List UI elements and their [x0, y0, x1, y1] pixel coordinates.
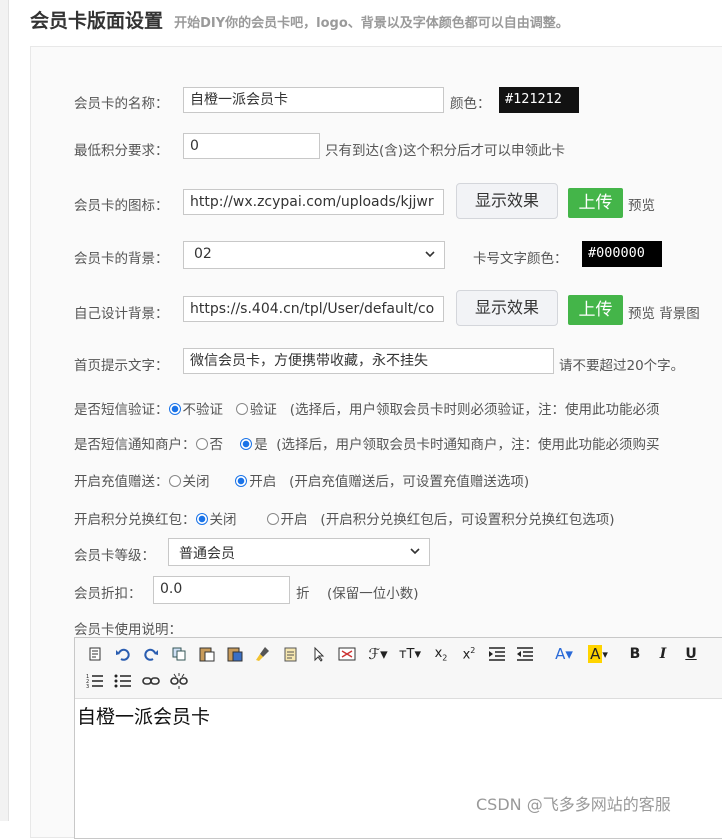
sms-notify-hint: (选择后，用户领取会员卡时通知商户，注：使用此功能必须购买	[276, 437, 660, 453]
icon-show-effect-button[interactable]: 显示效果	[456, 183, 558, 219]
outdent-icon[interactable]	[515, 644, 535, 664]
sms-verify-yes-radio[interactable]	[235, 403, 248, 415]
brush-icon[interactable]	[253, 644, 273, 664]
preview-icon[interactable]	[337, 644, 357, 664]
redpack-off-radio[interactable]	[195, 513, 208, 525]
card-name-input[interactable]: 自橙一派会员卡	[183, 87, 444, 113]
discount-unit: 折	[296, 586, 310, 602]
homepage-tip-hint: 请不要超过20个字。	[559, 358, 685, 374]
page-subtitle: 开始DIY你的会员卡吧，logo、背景以及字体颜色都可以自由调整。	[174, 16, 569, 31]
homepage-tip-label: 首页提示文字：	[74, 358, 169, 374]
card-color-label: 颜色：	[450, 96, 491, 112]
select-icon[interactable]	[309, 644, 329, 664]
card-icon-label: 会员卡的图标：	[74, 198, 169, 214]
redpack-on-radio[interactable]	[266, 513, 279, 525]
redpack-hint: (开启积分兑换红包后，可设置积分兑换红包选项)	[320, 512, 615, 528]
redpack-row: 开启积分兑换红包： 关闭 开启 (开启积分兑换红包后，可设置积分兑换红包选项)	[74, 508, 614, 528]
min-points-hint: 只有到达(含)这个积分后才可以申领此卡	[325, 143, 566, 159]
discount-hint: (保留一位小数)	[327, 586, 419, 602]
discount-label: 会员折扣：	[74, 586, 142, 602]
custom-bg-label: 自己设计背景：	[74, 306, 169, 322]
card-bg-select-value: 02	[194, 246, 212, 262]
paste-word-icon[interactable]	[225, 644, 245, 664]
sms-verify-no-label: 不验证	[182, 402, 224, 418]
svg-text:3: 3	[86, 684, 89, 689]
recharge-hint: (开启充值赠送后，可设置充值赠送选项)	[289, 474, 530, 490]
sms-verify-label: 是否短信验证：	[74, 402, 169, 418]
underline-icon[interactable]: U	[681, 644, 701, 664]
link-icon[interactable]	[141, 671, 161, 691]
italic-icon[interactable]: I	[653, 644, 673, 664]
font-size-icon[interactable]: тT▾	[397, 644, 423, 664]
copy-icon[interactable]	[169, 644, 189, 664]
card-level-select-value: 普通会员	[179, 546, 235, 562]
bg-upload-button[interactable]: 上传	[568, 295, 623, 325]
sms-notify-no-radio[interactable]	[195, 438, 208, 450]
card-name-label: 会员卡的名称：	[74, 96, 169, 112]
card-level-select[interactable]: 普通会员	[168, 538, 430, 566]
sms-verify-row: 是否短信验证： 不验证 验证 (选择后，用户领取会员卡时则必须验证，注：使用此功能…	[74, 398, 660, 418]
recharge-off-radio[interactable]	[168, 475, 181, 487]
sms-verify-hint: (选择后，用户领取会员卡时则必须验证，注：使用此功能必须	[289, 402, 660, 418]
discount-input[interactable]: 0.0	[153, 576, 290, 604]
page-header: 会员卡版面设置 开始DIY你的会员卡吧，logo、背景以及字体颜色都可以自由调整…	[30, 6, 569, 32]
watermark: CSDN @飞多多网站的客服	[476, 795, 671, 814]
card-color-picker[interactable]: #121212	[499, 87, 579, 113]
redpack-off-label: 关闭	[209, 512, 237, 528]
recharge-off-label: 关闭	[182, 474, 210, 490]
sms-verify-no-radio[interactable]	[168, 403, 181, 415]
editor-toolbar: ℱ▾ тT▾ x2 x2 A▾ A ▾ B I U 123	[75, 638, 722, 699]
source-icon[interactable]	[85, 644, 105, 664]
bg-color-icon[interactable]: A ▾	[583, 644, 613, 664]
sms-notify-yes-radio[interactable]	[240, 438, 253, 450]
recharge-label: 开启充值赠送：	[74, 474, 169, 490]
custom-bg-url-input[interactable]: https://s.404.cn/tpl/User/default/co	[183, 296, 444, 322]
paste-text-icon[interactable]	[281, 644, 301, 664]
unordered-list-icon[interactable]	[113, 671, 133, 691]
font-color-icon[interactable]: A▾	[551, 644, 577, 664]
page-title: 会员卡版面设置	[30, 10, 164, 32]
paste-icon[interactable]	[197, 644, 217, 664]
card-number-color-picker[interactable]: #000000	[582, 241, 662, 267]
chevron-down-icon	[410, 548, 420, 555]
redpack-label: 开启积分兑换红包：	[74, 512, 196, 528]
ordered-list-icon[interactable]: 123	[85, 671, 105, 691]
sms-notify-row: 是否短信通知商户： 否 是 (选择后，用户领取会员卡时通知商户，注：使用此功能必须…	[74, 433, 660, 453]
left-sidebar-edge	[0, 0, 9, 821]
card-bg-label: 会员卡的背景：	[74, 251, 169, 267]
superscript-icon[interactable]: x2	[459, 644, 479, 664]
chevron-down-icon	[425, 251, 435, 258]
recharge-on-radio[interactable]	[235, 475, 248, 487]
icon-preview-link[interactable]: 预览	[628, 194, 655, 214]
card-level-label: 会员卡等级：	[74, 548, 155, 564]
min-points-input[interactable]: 0	[183, 133, 320, 159]
icon-upload-button[interactable]: 上传	[568, 188, 623, 218]
recharge-row: 开启充值赠送： 关闭 开启 (开启充值赠送后，可设置充值赠送选项)	[74, 470, 529, 490]
unlink-icon[interactable]	[169, 671, 189, 691]
min-points-label: 最低积分要求：	[74, 143, 169, 159]
bg-preview-link[interactable]: 预览 背景图	[628, 302, 700, 322]
card-bg-select[interactable]: 02	[183, 241, 445, 269]
font-family-icon[interactable]: ℱ▾	[365, 644, 391, 664]
indent-icon[interactable]	[487, 644, 507, 664]
bg-show-effect-button[interactable]: 显示效果	[456, 290, 558, 326]
homepage-tip-input[interactable]: 微信会员卡，方便携带收藏，永不挂失	[183, 348, 554, 374]
bold-icon[interactable]: B	[625, 644, 645, 664]
undo-icon[interactable]	[113, 644, 133, 664]
sms-notify-no-label: 否	[209, 437, 224, 453]
redpack-on-label: 开启	[280, 512, 308, 528]
editor-content[interactable]: 自橙一派会员卡	[77, 702, 210, 729]
sms-verify-yes-label: 验证	[249, 402, 277, 418]
sms-notify-yes-label: 是	[254, 437, 268, 453]
recharge-on-label: 开启	[249, 474, 277, 490]
sms-notify-label: 是否短信通知商户：	[74, 437, 196, 453]
card-description-label: 会员卡使用说明：	[74, 622, 182, 638]
card-icon-url-input[interactable]: http://wx.zcypai.com/uploads/kjjwr	[183, 189, 444, 215]
subscript-icon[interactable]: x2	[431, 644, 451, 664]
card-number-color-label: 卡号文字颜色：	[473, 251, 568, 267]
redo-icon[interactable]	[141, 644, 161, 664]
